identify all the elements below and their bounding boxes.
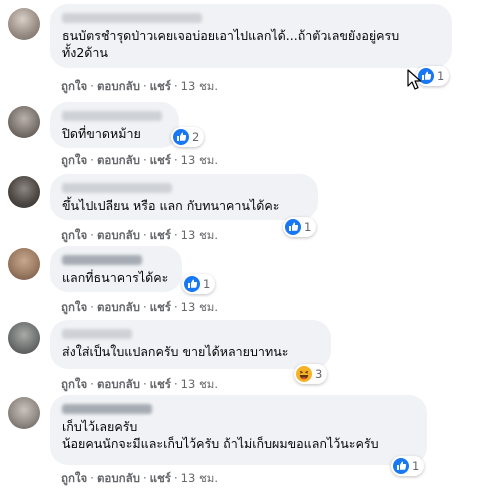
- comment-actions: ถูกใจ · ตอบกลับ · แชร์ · 13 ชม.: [61, 299, 218, 317]
- reply-link[interactable]: ตอบกลับ: [97, 300, 140, 314]
- mouse-cursor-icon: [407, 69, 421, 90]
- share-link[interactable]: แชร์: [150, 79, 171, 93]
- share-link[interactable]: แชร์: [150, 377, 171, 391]
- like-link[interactable]: ถูกใจ: [61, 471, 87, 485]
- reply-link[interactable]: ตอบกลับ: [97, 228, 140, 242]
- reaction-count: 1: [437, 69, 445, 83]
- separator: ·: [174, 300, 178, 314]
- comment-bubble: แลกที่ธนาคารได้คะ: [50, 246, 182, 292]
- like-link[interactable]: ถูกใจ: [61, 300, 87, 314]
- separator: ·: [174, 153, 178, 167]
- separator: ·: [174, 79, 178, 93]
- share-link[interactable]: แชร์: [150, 153, 171, 167]
- author-name-blurred[interactable]: [62, 329, 132, 339]
- comment-actions: ถูกใจ · ตอบกลับ · แชร์ · 13 ชม.: [61, 376, 218, 394]
- comment-actions: ถูกใจ · ตอบกลับ · แชร์ · 13 ชม.: [61, 227, 218, 245]
- like-icon: [184, 276, 200, 292]
- comment-bubble: เก็บไว้เลยครับ น้อยคนนักจะมีและเก็บไว้คร…: [50, 395, 427, 465]
- comment-actions: ถูกใจ · ตอบกลับ · แชร์ · 13 ชม.: [61, 152, 218, 170]
- separator: ·: [142, 79, 147, 93]
- comment-text: เก็บไว้เลยครับ น้อยคนนักจะมีและเก็บไว้คร…: [62, 419, 379, 451]
- like-link[interactable]: ถูกใจ: [61, 79, 87, 93]
- separator: ·: [142, 471, 147, 485]
- avatar[interactable]: [8, 248, 40, 280]
- like-icon: [173, 129, 189, 145]
- separator: ·: [142, 228, 147, 242]
- reaction-badge[interactable]: 1: [391, 456, 425, 476]
- avatar[interactable]: [8, 397, 40, 429]
- comment-bubble: ธนบัตรชำรุดป่าวเคยเจอบ่อยเอาไปแลกได้...ถ…: [50, 4, 452, 68]
- comment-bubble: ส่งใส่เป็นใบแปลกครับ ขายได้หลายบาทนะ: [50, 320, 331, 369]
- avatar[interactable]: [8, 176, 40, 208]
- reaction-count: 1: [304, 220, 312, 234]
- author-name-blurred[interactable]: [62, 255, 142, 265]
- timestamp-link[interactable]: 13 ชม.: [181, 471, 218, 485]
- reaction-count: 1: [412, 459, 420, 473]
- like-icon: [285, 219, 301, 235]
- like-link[interactable]: ถูกใจ: [61, 228, 87, 242]
- reaction-count: 2: [192, 130, 200, 144]
- avatar[interactable]: [8, 8, 40, 40]
- separator: ·: [90, 153, 94, 167]
- share-link[interactable]: แชร์: [150, 471, 171, 485]
- reply-link[interactable]: ตอบกลับ: [97, 471, 140, 485]
- author-name-blurred[interactable]: [62, 404, 152, 414]
- share-link[interactable]: แชร์: [150, 300, 171, 314]
- author-name-blurred[interactable]: [62, 183, 172, 193]
- reply-link[interactable]: ตอบกลับ: [97, 377, 140, 391]
- separator: ·: [90, 228, 94, 242]
- timestamp-link[interactable]: 13 ชม.: [181, 79, 218, 93]
- separator: ·: [142, 377, 147, 391]
- separator: ·: [174, 228, 178, 242]
- avatar[interactable]: [8, 322, 40, 354]
- reaction-badge[interactable]: 2: [171, 127, 205, 147]
- avatar[interactable]: [8, 106, 40, 138]
- reaction-count: 1: [203, 277, 211, 291]
- reaction-count: 3: [315, 367, 323, 381]
- like-link[interactable]: ถูกใจ: [61, 153, 87, 167]
- reply-link[interactable]: ตอบกลับ: [97, 79, 140, 93]
- reaction-badge[interactable]: 3: [294, 364, 328, 384]
- timestamp-link[interactable]: 13 ชม.: [181, 300, 218, 314]
- reaction-badge[interactable]: 1: [182, 274, 216, 294]
- share-link[interactable]: แชร์: [150, 228, 171, 242]
- comment-text: แลกที่ธนาคารได้คะ: [62, 270, 169, 285]
- comment-actions: ถูกใจ · ตอบกลับ · แชร์ · 13 ชม.: [61, 470, 218, 488]
- reaction-badge[interactable]: 1: [283, 217, 317, 237]
- timestamp-link[interactable]: 13 ชม.: [181, 228, 218, 242]
- timestamp-link[interactable]: 13 ชม.: [181, 377, 218, 391]
- separator: ·: [90, 300, 94, 314]
- comment-text: ธนบัตรชำรุดป่าวเคยเจอบ่อยเอาไปแลกได้...ถ…: [62, 28, 400, 60]
- comment-text: ส่งใส่เป็นใบแปลกครับ ขายได้หลายบาทนะ: [62, 344, 289, 359]
- separator: ·: [142, 153, 147, 167]
- separator: ·: [142, 300, 147, 314]
- author-name-blurred[interactable]: [62, 13, 202, 23]
- comment-bubble: ปิดที่ขาดหม้าย: [50, 102, 179, 148]
- haha-icon: [296, 366, 312, 382]
- like-link[interactable]: ถูกใจ: [61, 377, 87, 391]
- timestamp-link[interactable]: 13 ชม.: [181, 153, 218, 167]
- like-icon: [393, 458, 409, 474]
- author-name-blurred[interactable]: [62, 111, 162, 121]
- comment-bubble: ขึ้นไปเปลียน หรือ แลก กับทนาคานได้คะ: [50, 174, 318, 220]
- comment-text: ขึ้นไปเปลียน หรือ แลก กับทนาคานได้คะ: [62, 198, 280, 213]
- separator: ·: [174, 471, 178, 485]
- comment-actions: ถูกใจ · ตอบกลับ · แชร์ · 13 ชม.: [61, 78, 218, 96]
- separator: ·: [174, 377, 178, 391]
- reply-link[interactable]: ตอบกลับ: [97, 153, 140, 167]
- separator: ·: [90, 79, 94, 93]
- separator: ·: [90, 377, 94, 391]
- separator: ·: [90, 471, 94, 485]
- comment-text: ปิดที่ขาดหม้าย: [62, 126, 141, 141]
